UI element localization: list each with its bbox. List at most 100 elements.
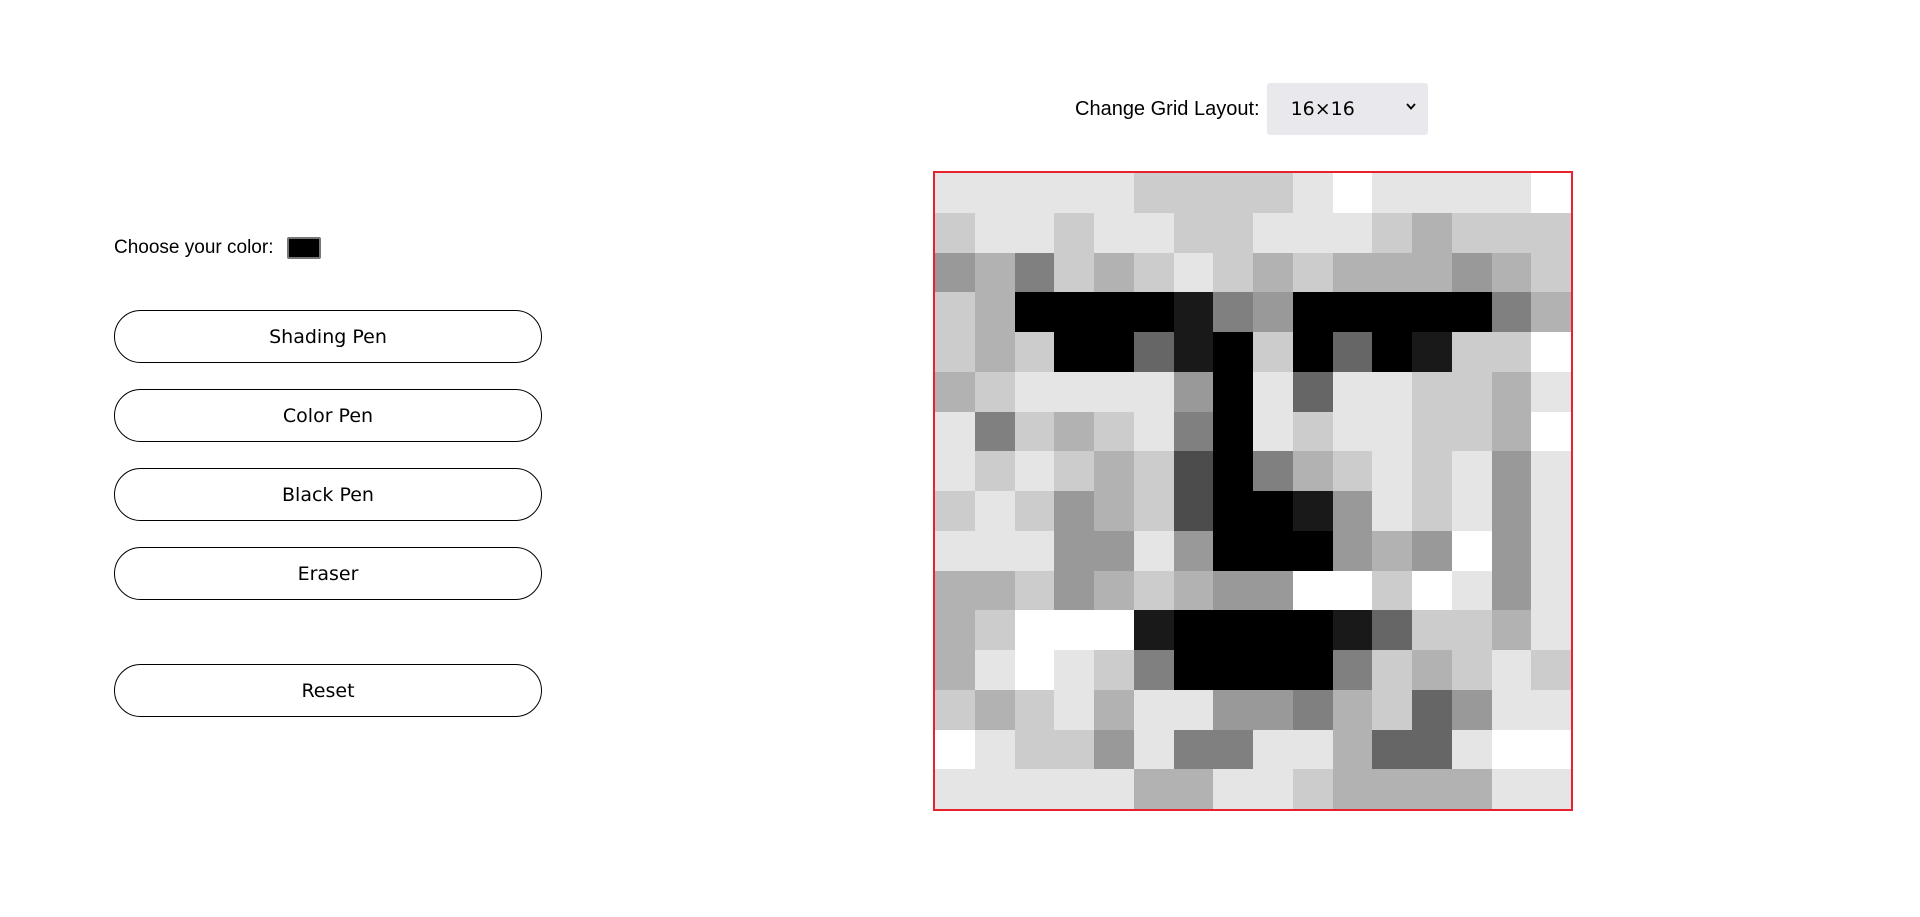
grid-cell[interactable] [1292,689,1333,730]
grid-cell[interactable] [1451,491,1492,531]
eraser-button[interactable]: Eraser [114,547,542,600]
grid-cell[interactable] [1253,212,1293,253]
grid-cell[interactable] [1173,610,1214,650]
grid-cell[interactable] [1491,570,1532,611]
grid-cell[interactable] [1372,173,1412,213]
grid-cell[interactable] [1412,451,1452,491]
grid-cell[interactable] [1054,411,1094,452]
grid-cell[interactable] [935,173,975,213]
grid-cell[interactable] [1094,252,1134,293]
grid-cell[interactable] [1292,451,1333,491]
grid-cell[interactable] [1213,292,1253,332]
grid-cell[interactable] [1054,451,1094,491]
grid-cell[interactable] [1213,610,1253,650]
grid-cell[interactable] [974,729,1015,770]
grid-cell[interactable] [1372,292,1412,332]
grid-cell[interactable] [974,411,1015,452]
grid-cell[interactable] [1133,212,1174,253]
grid-cell[interactable] [1451,451,1492,491]
grid-cell[interactable] [1451,530,1492,571]
grid-cell[interactable] [1173,212,1214,253]
grid-cell[interactable] [1253,610,1293,650]
grid-cell[interactable] [1332,332,1373,372]
grid-cell[interactable] [1372,769,1412,809]
grid-cell[interactable] [1173,173,1214,213]
grid-cell[interactable] [1531,292,1571,332]
grid-cell[interactable] [1332,530,1373,571]
grid-cell[interactable] [935,729,975,770]
grid-cell[interactable] [1412,729,1452,770]
grid-cell[interactable] [1531,650,1571,690]
grid-cell[interactable] [1531,610,1571,650]
grid-cell[interactable] [935,769,975,809]
grid-cell[interactable] [1014,570,1055,611]
grid-cell[interactable] [1094,769,1134,809]
grid-cell[interactable] [1173,769,1214,809]
grid-cell[interactable] [1094,411,1134,452]
grid-cell[interactable] [1133,530,1174,571]
grid-cell[interactable] [1014,769,1055,809]
grid-cell[interactable] [1491,252,1532,293]
grid-cell[interactable] [1054,769,1094,809]
grid-cell[interactable] [1133,650,1174,690]
grid-cell[interactable] [1332,212,1373,253]
grid-cell[interactable] [1531,371,1571,412]
color-picker-input[interactable] [287,237,322,259]
grid-cell[interactable] [974,491,1015,531]
grid-cell[interactable] [1014,371,1055,412]
grid-cell[interactable] [1372,371,1412,412]
grid-cell[interactable] [1253,570,1293,611]
grid-cell[interactable] [1014,650,1055,690]
grid-cell[interactable] [1451,650,1492,690]
grid-cell[interactable] [1491,173,1532,213]
grid-cell[interactable] [974,252,1015,293]
grid-cell[interactable] [1054,292,1094,332]
grid-cell[interactable] [1531,491,1571,531]
grid-cell[interactable] [1133,610,1174,650]
grid-cell[interactable] [974,650,1015,690]
grid-cell[interactable] [1094,292,1134,332]
grid-cell[interactable] [935,292,975,332]
grid-cell[interactable] [1253,451,1293,491]
grid-cell[interactable] [1133,769,1174,809]
grid-cell[interactable] [1173,650,1214,690]
grid-cell[interactable] [1173,332,1214,372]
grid-cell[interactable] [1292,769,1333,809]
grid-cell[interactable] [1531,689,1571,730]
grid-cell[interactable] [1531,729,1571,770]
grid-cell[interactable] [1491,212,1532,253]
grid-cell[interactable] [1412,411,1452,452]
grid-cell[interactable] [935,252,975,293]
grid-cell[interactable] [1054,610,1094,650]
grid-cell[interactable] [1491,729,1532,770]
grid-cell[interactable] [1292,252,1333,293]
grid-cell[interactable] [1054,650,1094,690]
grid-cell[interactable] [1332,689,1373,730]
grid-cell[interactable] [1094,610,1134,650]
grid-cell[interactable] [1253,292,1293,332]
grid-cell[interactable] [1213,252,1253,293]
grid-cell[interactable] [1054,491,1094,531]
grid-cell[interactable] [1173,570,1214,611]
grid-cell[interactable] [1491,530,1532,571]
grid-cell[interactable] [1292,332,1333,372]
grid-cell[interactable] [935,332,975,372]
grid-cell[interactable] [935,411,975,452]
grid-cell[interactable] [1014,212,1055,253]
grid-cell[interactable] [1372,212,1412,253]
grid-cell[interactable] [1054,332,1094,372]
grid-cell[interactable] [1372,491,1412,531]
grid-cell[interactable] [1412,769,1452,809]
grid-cell[interactable] [935,570,975,611]
grid-cell[interactable] [1133,411,1174,452]
grid-cell[interactable] [1253,491,1293,531]
grid-cell[interactable] [1213,530,1253,571]
black-pen-button[interactable]: Black Pen [114,468,542,521]
grid-cell[interactable] [1014,689,1055,730]
grid-cell[interactable] [1372,689,1412,730]
grid-cell[interactable] [935,610,975,650]
grid-cell[interactable] [1412,292,1452,332]
grid-cell[interactable] [1491,650,1532,690]
grid-cell[interactable] [1014,610,1055,650]
grid-cell[interactable] [1491,451,1532,491]
